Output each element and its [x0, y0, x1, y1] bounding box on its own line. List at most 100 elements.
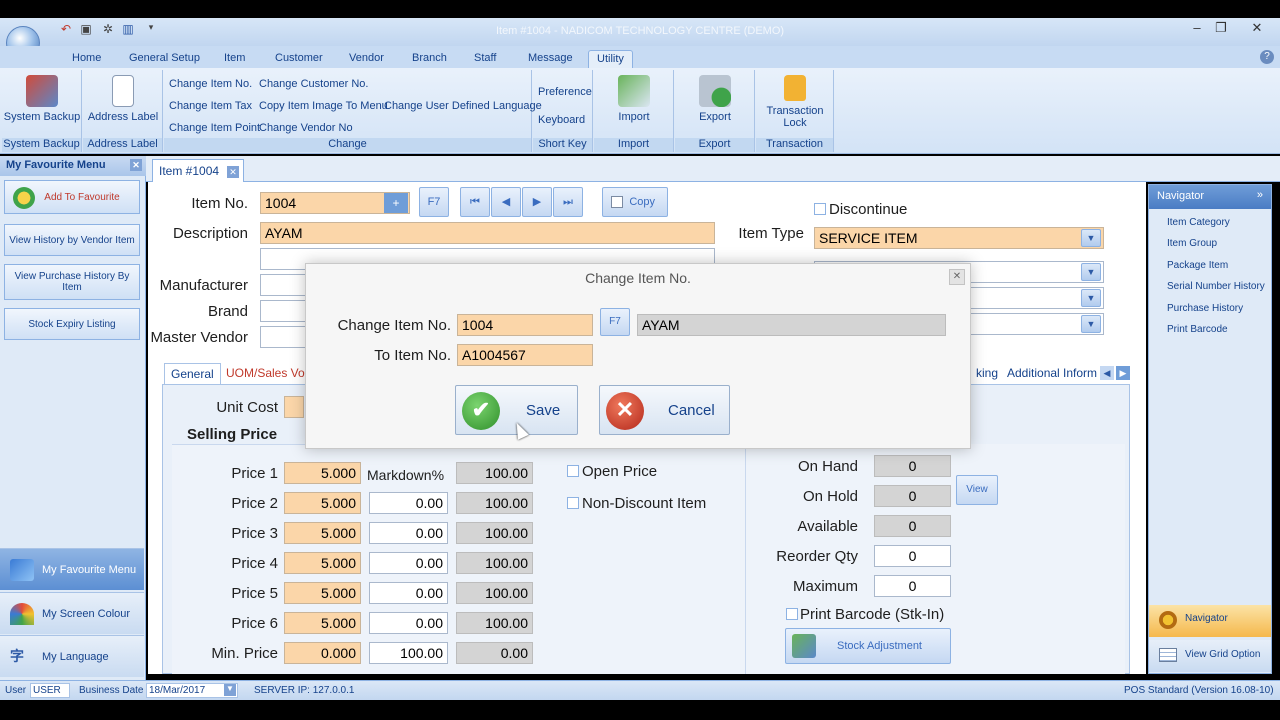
- price-row-price[interactable]: 5.000: [284, 462, 361, 484]
- tab-item[interactable]: Item: [216, 50, 253, 68]
- import-button[interactable]: Import: [594, 72, 674, 123]
- view-history-vendor-button[interactable]: View History by Vendor Item: [4, 224, 140, 256]
- description-field[interactable]: AYAM: [260, 222, 715, 244]
- save-icon[interactable]: ▣: [78, 22, 94, 38]
- navigator-bottom-navigator[interactable]: Navigator: [1149, 605, 1271, 637]
- change-item-tax-button[interactable]: Change Item Tax: [169, 100, 252, 112]
- group-dropdown-icon[interactable]: ▼: [1081, 289, 1101, 307]
- close-button[interactable]: ✕: [1246, 20, 1268, 38]
- price-row-markdown[interactable]: 0.00: [369, 582, 448, 604]
- add-to-favourite-button[interactable]: Add To Favourite: [4, 180, 140, 214]
- price-row-markdown[interactable]: 0.00: [369, 612, 448, 634]
- view-grid-option-button[interactable]: View Grid Option: [1149, 640, 1271, 672]
- minimize-button[interactable]: –: [1186, 20, 1208, 38]
- dialog-cancel-button[interactable]: ✕ Cancel: [599, 385, 730, 435]
- price-row-price[interactable]: 5.000: [284, 552, 361, 574]
- tab-customer[interactable]: Customer: [267, 50, 331, 68]
- transaction-lock-button[interactable]: Transaction Lock: [756, 72, 834, 129]
- nav-link-print-barcode[interactable]: Print Barcode: [1167, 324, 1228, 335]
- navigator-collapse-icon[interactable]: »: [1257, 189, 1263, 201]
- nav-my-favourite-menu[interactable]: My Favourite Menu: [0, 548, 144, 590]
- print-barcode-checkbox[interactable]: [786, 608, 798, 620]
- copy-item-image-button[interactable]: Copy Item Image To Menu: [259, 100, 388, 112]
- tab-message[interactable]: Message: [520, 50, 581, 68]
- calendar-dropdown-icon[interactable]: ▼: [224, 684, 236, 696]
- subtab-stocking[interactable]: king: [970, 363, 1004, 383]
- last-record-button[interactable]: ⏭: [553, 187, 583, 217]
- view-purchase-history-button[interactable]: View Purchase History By Item: [4, 264, 140, 300]
- tab-vendor[interactable]: Vendor: [341, 50, 392, 68]
- price-row-price[interactable]: 5.000: [284, 612, 361, 634]
- manufacturer-field[interactable]: [260, 274, 310, 296]
- keyboard-button[interactable]: Keyboard: [538, 114, 585, 126]
- f7-button[interactable]: F7: [419, 187, 449, 217]
- doc-tab-item[interactable]: Item #1004 ✕: [152, 159, 244, 182]
- change-customer-no-button[interactable]: Change Customer No.: [259, 78, 368, 90]
- first-record-button[interactable]: ⏮: [460, 187, 490, 217]
- qat-dropdown-icon[interactable]: ▾: [143, 22, 159, 38]
- item-type-select[interactable]: SERVICE ITEM: [814, 227, 1104, 249]
- change-item-no-button[interactable]: Change Item No.: [169, 78, 252, 90]
- category-dropdown-icon[interactable]: ▼: [1081, 263, 1101, 281]
- price-row-markdown[interactable]: 0.00: [369, 492, 448, 514]
- item-type-dropdown-icon[interactable]: ▼: [1081, 229, 1101, 247]
- help-icon[interactable]: ?: [1260, 50, 1274, 64]
- discontinue-checkbox[interactable]: [814, 203, 826, 215]
- tab-scroll-right-icon[interactable]: ▶: [1116, 366, 1130, 380]
- nav-link-package-item[interactable]: Package Item: [1167, 260, 1228, 271]
- price-row-price[interactable]: 5.000: [284, 522, 361, 544]
- dialog-to-field[interactable]: A1004567: [457, 344, 593, 366]
- tab-staff[interactable]: Staff: [466, 50, 504, 68]
- price-row-markdown[interactable]: 0.00: [369, 522, 448, 544]
- stock-adjustment-button[interactable]: Stock Adjustment: [785, 628, 951, 664]
- undo-icon[interactable]: ↶: [58, 22, 74, 38]
- next-record-button[interactable]: ▶: [522, 187, 552, 217]
- close-tab-icon[interactable]: ✕: [227, 166, 239, 178]
- dialog-change-field[interactable]: 1004: [457, 314, 593, 336]
- change-vendor-no-button[interactable]: Change Vendor No: [259, 122, 353, 134]
- master-vendor-field[interactable]: [260, 326, 310, 348]
- nav-link-purchase-history[interactable]: Purchase History: [1167, 303, 1243, 314]
- prev-record-button[interactable]: ◀: [491, 187, 521, 217]
- item-no-spin-button[interactable]: +: [384, 193, 408, 213]
- view-button[interactable]: View: [956, 475, 998, 505]
- non-discount-checkbox[interactable]: [567, 497, 579, 509]
- restore-button[interactable]: ❐: [1210, 20, 1232, 38]
- price-row-price[interactable]: 5.000: [284, 582, 361, 604]
- stock-value[interactable]: 0: [874, 575, 951, 597]
- system-backup-button[interactable]: System Backup: [2, 72, 82, 123]
- subtab-general[interactable]: General: [164, 363, 221, 384]
- copy-button[interactable]: Copy: [602, 187, 668, 217]
- stock-expiry-button[interactable]: Stock Expiry Listing: [4, 308, 140, 340]
- preference-button[interactable]: Preference: [538, 86, 592, 98]
- address-label-button[interactable]: Address Label: [83, 72, 163, 123]
- tab-utility[interactable]: Utility: [588, 50, 633, 68]
- tab-scroll-left-icon[interactable]: ◀: [1100, 366, 1114, 380]
- stock-value[interactable]: 0: [874, 545, 951, 567]
- nav-link-item-category[interactable]: Item Category: [1167, 217, 1230, 228]
- dialog-f7-button[interactable]: F7: [600, 308, 630, 336]
- change-item-point-button[interactable]: Change Item Point: [169, 122, 260, 134]
- price-row-markdown[interactable]: 100.00: [369, 642, 448, 664]
- price-row-price[interactable]: 5.000: [284, 492, 361, 514]
- nav-my-screen-colour[interactable]: My Screen Colour: [0, 592, 144, 634]
- change-user-language-button[interactable]: Change User Defined Language: [384, 100, 542, 112]
- tools-icon[interactable]: ✲: [100, 22, 116, 38]
- chart-icon[interactable]: ▥: [120, 22, 136, 38]
- tab-branch[interactable]: Branch: [404, 50, 455, 68]
- nav-link-serial-number[interactable]: Serial Number History: [1167, 281, 1265, 292]
- price-row-price[interactable]: 0.000: [284, 642, 361, 664]
- nav-my-language[interactable]: 字 My Language: [0, 635, 144, 677]
- tab-general-setup[interactable]: General Setup: [121, 50, 208, 68]
- dialog-close-button[interactable]: ✕: [949, 269, 965, 285]
- collapse-icon[interactable]: ✕: [130, 159, 142, 171]
- tab-home[interactable]: Home: [64, 50, 109, 68]
- export-button[interactable]: Export: [675, 72, 755, 123]
- unit-cost-field[interactable]: [284, 396, 304, 418]
- uom-dropdown-icon[interactable]: ▼: [1081, 315, 1101, 333]
- price-row-markdown[interactable]: 0.00: [369, 552, 448, 574]
- open-price-checkbox[interactable]: [567, 465, 579, 477]
- nav-link-item-group[interactable]: Item Group: [1167, 238, 1217, 249]
- subtab-additional-info[interactable]: Additional Inform: [1001, 363, 1103, 383]
- subtab-uom-sales-vol[interactable]: UOM/Sales Vol: [220, 363, 313, 383]
